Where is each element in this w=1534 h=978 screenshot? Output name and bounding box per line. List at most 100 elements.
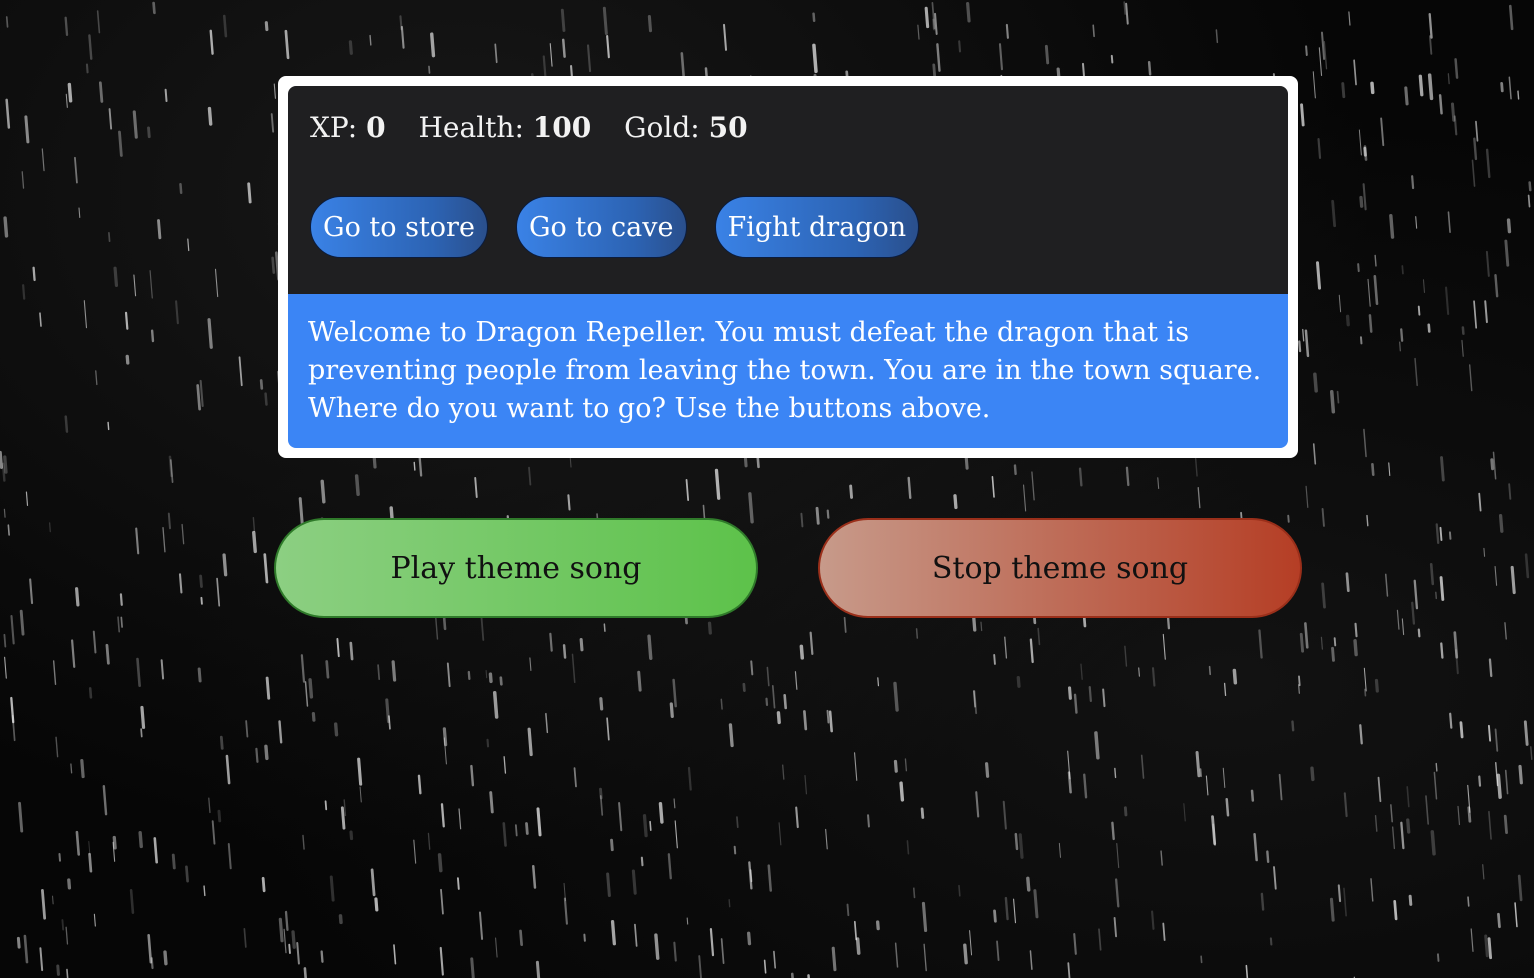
rain-drop — [92, 630, 97, 654]
rain-drop — [1160, 850, 1163, 866]
rain-drop — [812, 12, 816, 22]
rain-drop — [1083, 773, 1088, 799]
rain-drop — [1393, 899, 1398, 921]
rain-drop — [440, 888, 444, 915]
rain-drop — [1080, 663, 1083, 680]
rain-drop — [1245, 964, 1249, 978]
rain-drop — [168, 455, 173, 478]
rain-drop — [338, 914, 343, 925]
rain-drop — [1475, 120, 1479, 142]
rain-drop — [795, 806, 799, 829]
rain-drop — [748, 861, 753, 890]
rain-drop — [259, 379, 264, 390]
rain-drop — [499, 676, 503, 686]
rain-drop — [117, 616, 121, 633]
rain-drop — [1415, 216, 1418, 229]
rain-drop — [1404, 86, 1409, 106]
rain-drop — [800, 512, 804, 528]
rain-drop — [1195, 750, 1201, 778]
rain-drop — [1398, 341, 1401, 352]
rain-drop — [74, 156, 78, 184]
rain-drop — [1113, 916, 1118, 938]
stats-bar: XP: 0 Health: 100 Gold: 50 — [310, 108, 1266, 152]
fight-dragon-button[interactable]: Fight dragon — [714, 196, 920, 258]
rain-drop — [748, 492, 754, 524]
rain-drop — [514, 824, 518, 837]
rain-drop — [545, 712, 549, 734]
rain-drop — [1504, 769, 1509, 795]
rain-drop — [83, 300, 88, 329]
rain-drop — [340, 806, 346, 830]
rain-drop — [535, 960, 541, 978]
rain-drop — [320, 950, 324, 963]
rain-drop — [1123, 1, 1126, 15]
rain-drop — [1478, 775, 1482, 787]
rain-drop — [78, 207, 81, 218]
rain-drop — [1488, 810, 1492, 840]
rain-drop — [1500, 82, 1504, 93]
rain-drop — [1315, 261, 1322, 290]
rain-drop — [485, 670, 488, 679]
stop-theme-song-button[interactable]: Stop theme song — [818, 518, 1302, 618]
rain-drop — [324, 800, 328, 811]
rain-drop — [1435, 762, 1438, 772]
rain-drop — [1427, 323, 1431, 333]
rain-drop — [1508, 76, 1512, 100]
rain-drop — [536, 807, 542, 837]
rain-drop — [118, 130, 123, 157]
rain-drop — [70, 763, 73, 774]
rain-drop — [674, 820, 678, 849]
rain-drop — [1215, 29, 1219, 44]
rain-drop — [1205, 775, 1209, 796]
rain-drop — [1362, 183, 1367, 211]
rain-drop — [1102, 688, 1106, 708]
rain-drop — [1528, 181, 1532, 192]
rain-drop — [55, 736, 59, 758]
rain-drop — [1147, 60, 1152, 76]
rain-drop — [64, 16, 69, 37]
rain-drop — [975, 791, 980, 818]
go-to-cave-button[interactable]: Go to cave — [515, 196, 687, 258]
rain-drop — [1396, 609, 1400, 630]
rain-drop — [771, 685, 776, 709]
rain-drop — [1298, 675, 1301, 687]
rain-drop — [1004, 636, 1008, 659]
rain-drop — [10, 696, 15, 724]
rain-drop — [1429, 562, 1435, 586]
go-to-store-button[interactable]: Go to store — [310, 196, 488, 258]
rain-drop — [1450, 102, 1456, 122]
rain-drop — [1354, 622, 1358, 638]
rain-drop — [1033, 889, 1039, 919]
rain-drop — [1518, 764, 1523, 785]
rain-drop — [112, 835, 117, 850]
rain-drop — [227, 843, 232, 870]
rain-drop — [899, 781, 905, 802]
rain-drop — [75, 830, 81, 856]
rain-drop — [934, 12, 938, 35]
rain-drop — [3, 633, 7, 648]
play-theme-song-button[interactable]: Play theme song — [274, 518, 758, 618]
rain-drop — [1371, 462, 1375, 476]
rain-drop — [1457, 805, 1461, 826]
rain-drop — [1343, 887, 1347, 917]
rain-drop — [29, 578, 34, 605]
rain-drop — [921, 901, 928, 932]
rain-drop — [766, 666, 770, 687]
rain-drop — [16, 936, 21, 949]
rain-drop — [88, 852, 93, 873]
rain-drop — [673, 798, 676, 809]
rain-drop — [65, 93, 68, 108]
rain-drop — [969, 930, 973, 956]
rain-drop — [1470, 928, 1474, 952]
rain-drop — [64, 415, 69, 433]
rain-drop — [440, 803, 445, 828]
rain-drop — [140, 728, 143, 738]
rain-drop — [428, 65, 431, 74]
rain-drop — [486, 738, 490, 748]
rain-drop — [647, 15, 653, 33]
rain-drop — [904, 758, 908, 772]
rain-drop — [953, 494, 958, 510]
rain-drop — [370, 868, 376, 897]
rain-drop — [75, 587, 80, 607]
rain-drop — [1197, 486, 1201, 509]
